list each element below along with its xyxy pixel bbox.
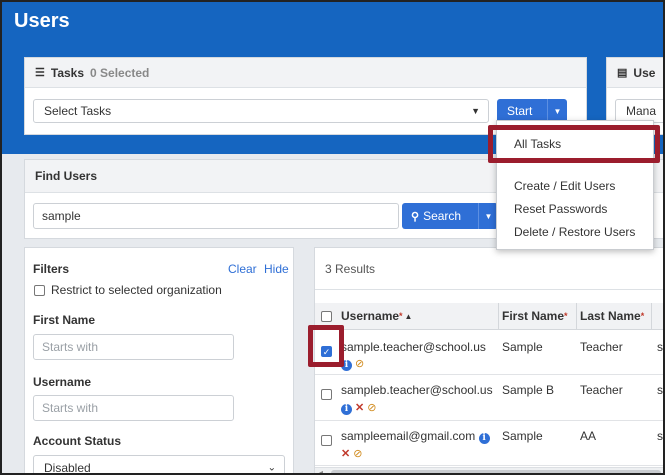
select-all-checkbox[interactable] [321,311,332,322]
required-marker: * [399,311,403,321]
last-name-header-label: Last Name [580,309,641,323]
last-name-cell: AA [580,429,597,443]
users-panel-title: Use [633,65,656,80]
first-name-cell: Sample [502,429,543,443]
first-name-header-label: First Name [502,309,565,323]
hide-link[interactable]: Hide [264,262,289,276]
info-icon[interactable]: i [341,404,352,415]
search-button[interactable]: ⚲ Search ▼ [402,203,498,229]
username-placeholder: Starts with [42,401,99,415]
disable-icon[interactable]: ✕ [355,401,364,414]
filters-title: Filters [33,262,70,276]
chevron-down-icon: ▼ [471,106,480,116]
page-title: Users [14,10,70,32]
username-header-label: Username [341,309,400,323]
results-count: 3 Results [325,262,376,276]
search-input-value: sample [42,209,81,223]
username-input[interactable]: Starts with [33,395,234,421]
scroll-left-icon[interactable]: ◂ [319,468,323,473]
sort-asc-icon: ▲ [404,311,413,321]
table-row[interactable]: sampleemail@gmail.com i ✕ ⊘ Sample AA s [315,422,663,466]
tasks-list-icon: ☰ [35,67,45,79]
ban-icon[interactable]: ⊘ [355,357,364,370]
chevron-down-icon: ⌄ [267,462,276,474]
menu-item-create-edit-users[interactable]: Create / Edit Users [514,179,615,193]
last-name-cell: Teacher [580,383,623,397]
app-frame: Users ☰ Tasks 0 Selected Select Tasks ▼ … [0,0,665,475]
username-cell[interactable]: sampleb.teacher@school.us [341,383,493,397]
menu-item-delete-restore-users[interactable]: Delete / Restore Users [514,225,635,239]
selected-count: 0 Selected [90,65,150,80]
select-tasks-dropdown[interactable]: Select Tasks ▼ [33,99,489,123]
select-tasks-value: Select Tasks [44,104,112,118]
row-actions: i ✕ ⊘ [341,400,379,415]
row-checkbox[interactable] [321,389,332,400]
username-cell[interactable]: sample.teacher@school.us [341,340,486,354]
chevron-down-icon: ▼ [484,211,493,221]
ban-icon[interactable]: ⊘ [353,447,362,460]
disable-icon[interactable]: ✕ [341,447,350,460]
username-cell-text: sampleemail@gmail.com [341,429,476,443]
account-status-label: Account Status [33,434,122,448]
first-name-placeholder: Starts with [42,340,99,354]
search-icon: ⚲ [411,210,420,223]
highlight-all-tasks [488,125,660,163]
username-label: Username [33,375,92,389]
divider [315,289,663,290]
truncated-cell: s [657,383,663,397]
first-name-cell: Sample [502,340,543,354]
account-status-value: Disabled [44,461,91,475]
results-table-header: Username * ▲ First Name * Last Name * [315,303,663,330]
column-divider [498,303,499,329]
last-name-cell: Teacher [580,340,623,354]
row-actions: i ⊘ [341,356,367,371]
users-panel-select-value: Mana [626,104,657,118]
username-cell[interactable]: sampleemail@gmail.com i [341,429,493,444]
horizontal-scrollbar[interactable]: ◂ [315,467,663,473]
first-name-cell: Sample B [502,383,555,397]
row-actions: ✕ ⊘ [341,446,365,460]
table-row[interactable]: sampleb.teacher@school.us i ✕ ⊘ Sample B T… [315,376,663,421]
start-label: Start [507,104,533,118]
table-row[interactable]: ✓ sample.teacher@school.us i ⊘ Sample Tea… [315,331,663,375]
first-name-label: First Name [33,313,96,327]
find-users-title: Find Users [35,169,98,183]
menu-item-reset-passwords[interactable]: Reset Passwords [514,202,607,216]
account-status-select[interactable]: Disabled ⌄ [33,455,285,475]
first-name-input[interactable]: Starts with [33,334,234,360]
tasks-panel-header: ☰ Tasks 0 Selected [25,58,586,88]
column-header-last-name[interactable]: Last Name * [580,303,644,329]
chevron-down-icon: ▼ [553,106,562,116]
required-marker: * [564,311,568,321]
search-input[interactable]: sample [33,203,399,229]
row-checkbox[interactable] [321,435,332,446]
column-divider [576,303,577,329]
search-dropdown-toggle[interactable]: ▼ [478,203,498,229]
results-panel: 3 Results Username * ▲ First Name * Last Na… [314,247,663,473]
filters-panel: Filters Clear Hide Restrict to selected … [24,247,294,475]
clear-link[interactable]: Clear [228,262,257,276]
column-header-username[interactable]: Username * ▲ [341,303,412,329]
ban-icon[interactable]: ⊘ [367,401,376,414]
restrict-checkbox[interactable] [34,285,45,296]
truncated-cell: s [657,429,663,443]
column-header-first-name[interactable]: First Name * [502,303,568,329]
info-icon[interactable]: i [478,433,490,444]
scrollbar-thumb[interactable] [331,470,661,473]
truncated-cell: s [657,340,663,354]
tasks-title: Tasks [50,65,85,80]
search-label: Search [423,209,462,223]
list-icon: ▤ [617,67,628,79]
restrict-label: Restrict to selected organization [51,283,222,297]
column-divider [651,303,652,329]
required-marker: * [640,311,645,321]
users-panel-header: ▤ Use [607,58,663,88]
highlight-row-checkbox [308,325,344,367]
